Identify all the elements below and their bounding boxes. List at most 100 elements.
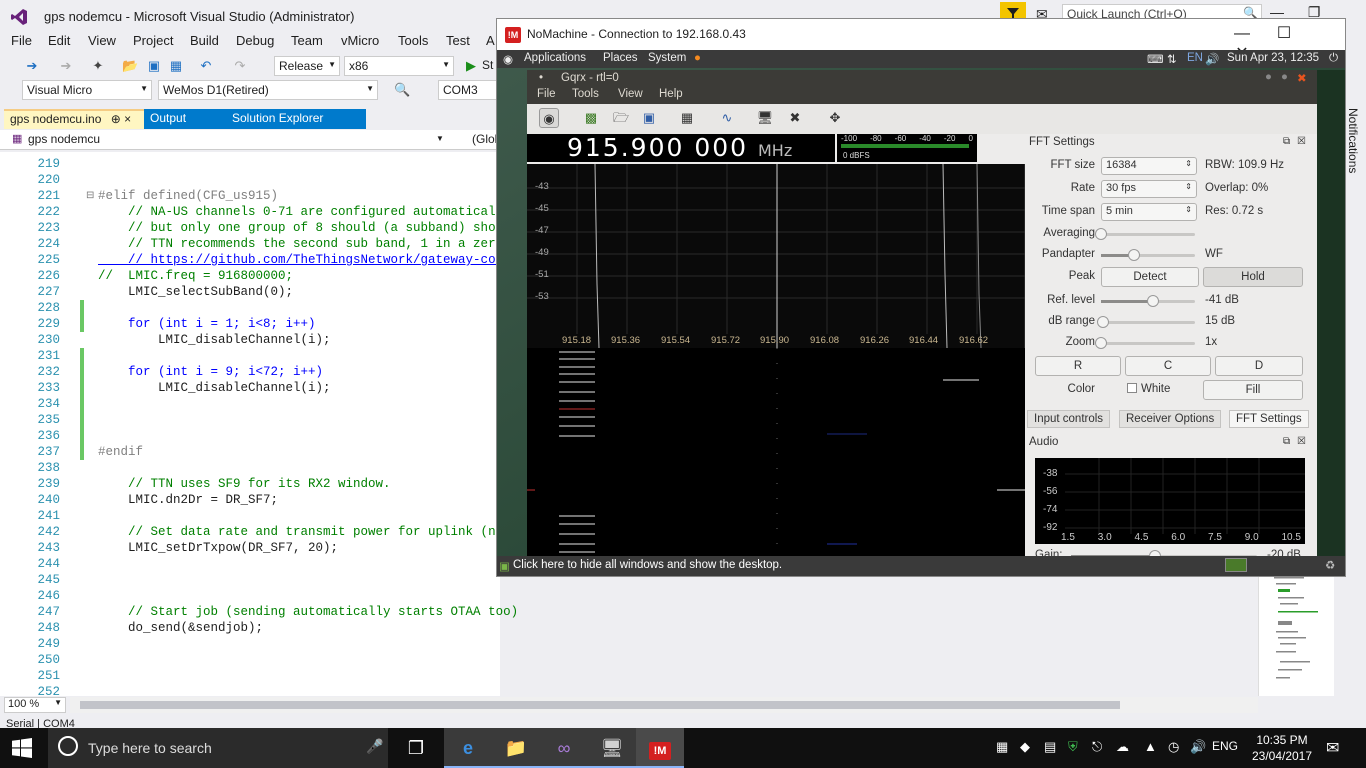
- menu-view[interactable]: View: [618, 88, 643, 100]
- code-line[interactable]: 227 LMIC_selectSubBand(0);: [0, 284, 500, 300]
- tray-app-icon[interactable]: ◆: [1020, 739, 1030, 755]
- tab-solution-explorer[interactable]: Solution Explorer: [226, 109, 366, 129]
- menu-edit[interactable]: Edit: [48, 33, 70, 48]
- code-line[interactable]: 248 do_send(&sendjob);: [0, 620, 500, 636]
- move-icon[interactable]: ✥: [825, 108, 845, 128]
- start-label[interactable]: St: [482, 58, 493, 72]
- code-line[interactable]: 232 for (int i = 9; i<72; i++): [0, 364, 500, 380]
- code-line[interactable]: 242 // Set data rate and transmit power …: [0, 524, 525, 540]
- trash-icon[interactable]: ♻: [1325, 558, 1335, 572]
- menu-file[interactable]: File: [11, 33, 32, 48]
- code-line[interactable]: 230 LMIC_disableChannel(i);: [0, 332, 500, 348]
- spectrum-icon[interactable]: ∿: [717, 108, 737, 128]
- open-folder-icon[interactable]: 🗁: [611, 108, 631, 128]
- reset-r-button[interactable]: R: [1035, 356, 1121, 376]
- action-center-icon[interactable]: ✉: [1326, 738, 1339, 758]
- windows-start-icon[interactable]: [12, 738, 32, 758]
- menu-test[interactable]: Test: [446, 33, 470, 48]
- firefox-icon[interactable]: ●: [694, 52, 701, 64]
- chevron-down-icon[interactable]: ▼: [436, 134, 444, 143]
- menu-places[interactable]: Places: [603, 52, 638, 64]
- close-icon[interactable]: ☒: [1297, 136, 1306, 147]
- zoom-select[interactable]: 100 % ▼: [4, 697, 66, 713]
- save-icon[interactable]: ▣: [639, 108, 659, 128]
- configuration-select[interactable]: Release ▼: [274, 56, 340, 76]
- demod-d-button[interactable]: D: [1215, 356, 1303, 376]
- code-line[interactable]: 229 for (int i = 1; i<8; i++): [0, 316, 500, 332]
- close-icon[interactable]: ✖: [1297, 71, 1307, 85]
- menu-system[interactable]: System: [648, 52, 686, 64]
- power-icon[interactable]: ⏻: [1329, 52, 1338, 65]
- code-line[interactable]: 234: [0, 396, 500, 412]
- wifi-icon[interactable]: ◷: [1168, 739, 1179, 755]
- edge-icon[interactable]: e: [444, 728, 492, 768]
- ide-select[interactable]: Visual Micro ▼: [22, 80, 152, 100]
- taskbar-clock[interactable]: 10:35 PM 23/04/2017: [1250, 732, 1314, 764]
- power-toggle-icon[interactable]: ◉: [539, 108, 559, 128]
- device-icon[interactable]: ▩: [581, 108, 601, 128]
- audio-fft-plot[interactable]: -38 -56 -74 -92 1.5 3.0 4.5 6.0 7.5 9.0 …: [1035, 458, 1305, 544]
- float-icon[interactable]: ⧉: [1283, 136, 1290, 147]
- volume-icon[interactable]: 🔊: [1205, 52, 1219, 66]
- platform-select[interactable]: x86 ▼: [344, 56, 454, 76]
- hold-button[interactable]: Hold: [1203, 267, 1303, 287]
- fill-button[interactable]: Fill: [1203, 380, 1303, 400]
- port-select[interactable]: COM3: [438, 80, 500, 100]
- center-c-button[interactable]: C: [1125, 356, 1211, 376]
- menu-tools[interactable]: Tools: [398, 33, 428, 48]
- tab-gps-nodemcu[interactable]: gps nodemcu.ino ⊕ ×: [4, 109, 144, 129]
- float-icon[interactable]: ⧉: [1283, 436, 1290, 447]
- code-line[interactable]: 237 #endif: [0, 444, 500, 460]
- horizontal-scrollbar[interactable]: [70, 697, 1258, 713]
- back-icon[interactable]: ➔: [24, 58, 40, 74]
- code-line[interactable]: 219: [0, 156, 500, 172]
- frequency-display[interactable]: 915.900 000 MHz: [527, 134, 835, 162]
- settings-tools-icon[interactable]: ✖: [785, 108, 805, 128]
- forward-icon[interactable]: ➔: [58, 58, 74, 74]
- slider-knob[interactable]: [1127, 249, 1140, 261]
- usb-icon[interactable]: ⎋: [1092, 739, 1102, 755]
- tab-fft-settings[interactable]: FFT Settings: [1229, 410, 1309, 428]
- code-line[interactable]: 231: [0, 348, 500, 364]
- window-menu-icon[interactable]: •: [539, 72, 543, 84]
- microphone-icon[interactable]: 🎤: [366, 738, 383, 755]
- code-line[interactable]: 239 // TTN uses SF9 for its RX2 window.: [0, 476, 500, 492]
- menu-tools[interactable]: Tools: [572, 88, 599, 100]
- minimize-icon[interactable]: ●: [1265, 71, 1272, 83]
- code-line[interactable]: 220: [0, 172, 500, 188]
- scrollbar-thumb[interactable]: [80, 701, 1120, 709]
- show-desktop-hint[interactable]: Click here to hide all windows and show …: [513, 559, 782, 571]
- code-line[interactable]: 243 LMIC_setDrTxpow(DR_SF7, 20);: [0, 540, 500, 556]
- taskbar-search-input[interactable]: Type here to search 🎤: [48, 728, 388, 768]
- monitor-icon[interactable]: 🖥: [755, 108, 775, 128]
- input-language[interactable]: ENG: [1212, 739, 1238, 753]
- rate-select[interactable]: 30 fps ⇕: [1101, 180, 1197, 198]
- network-app-icon[interactable]: 🖥: [588, 728, 636, 768]
- redo-icon[interactable]: ↷: [232, 58, 248, 74]
- code-line[interactable]: 233 LMIC_disableChannel(i);: [0, 380, 500, 396]
- close-icon[interactable]: ☒: [1297, 436, 1306, 447]
- volume-icon[interactable]: 🔊: [1190, 739, 1206, 755]
- maximize-icon[interactable]: ☐: [1263, 23, 1305, 43]
- search-icon[interactable]: 🔍: [394, 82, 410, 98]
- db-range-slider[interactable]: [1096, 316, 1195, 328]
- code-line[interactable]: 247 // Start job (sending automatically …: [0, 604, 518, 620]
- code-minimap[interactable]: [1270, 575, 1330, 685]
- onedrive-icon[interactable]: ☁: [1116, 739, 1129, 755]
- detect-button[interactable]: Detect: [1101, 267, 1199, 287]
- code-line[interactable]: 222 // NA-US channels 0-71 are configure…: [0, 204, 510, 220]
- code-line[interactable]: 223 // but only one group of 8 should (a…: [0, 220, 518, 236]
- tray-expand-icon[interactable]: ▲: [1144, 739, 1157, 754]
- pin-close-icon[interactable]: ⊕ ×: [111, 112, 131, 126]
- white-checkbox[interactable]: [1127, 383, 1137, 393]
- shield-icon[interactable]: ⛨: [1068, 739, 1078, 755]
- code-line[interactable]: 244: [0, 556, 500, 572]
- zoom-slider[interactable]: [1095, 337, 1195, 349]
- code-line[interactable]: 246: [0, 588, 500, 604]
- nav-member[interactable]: (Glol: [472, 132, 497, 146]
- tray-app-icon[interactable]: ▦: [996, 739, 1008, 755]
- file-explorer-icon[interactable]: 📁: [492, 728, 540, 768]
- code-line[interactable]: 228: [0, 300, 500, 316]
- keyboard-layout[interactable]: EN: [1187, 52, 1203, 64]
- code-editor[interactable]: ⊟ 219 220 221 #elif defined(CFG_us915) 222 /…: [0, 152, 526, 699]
